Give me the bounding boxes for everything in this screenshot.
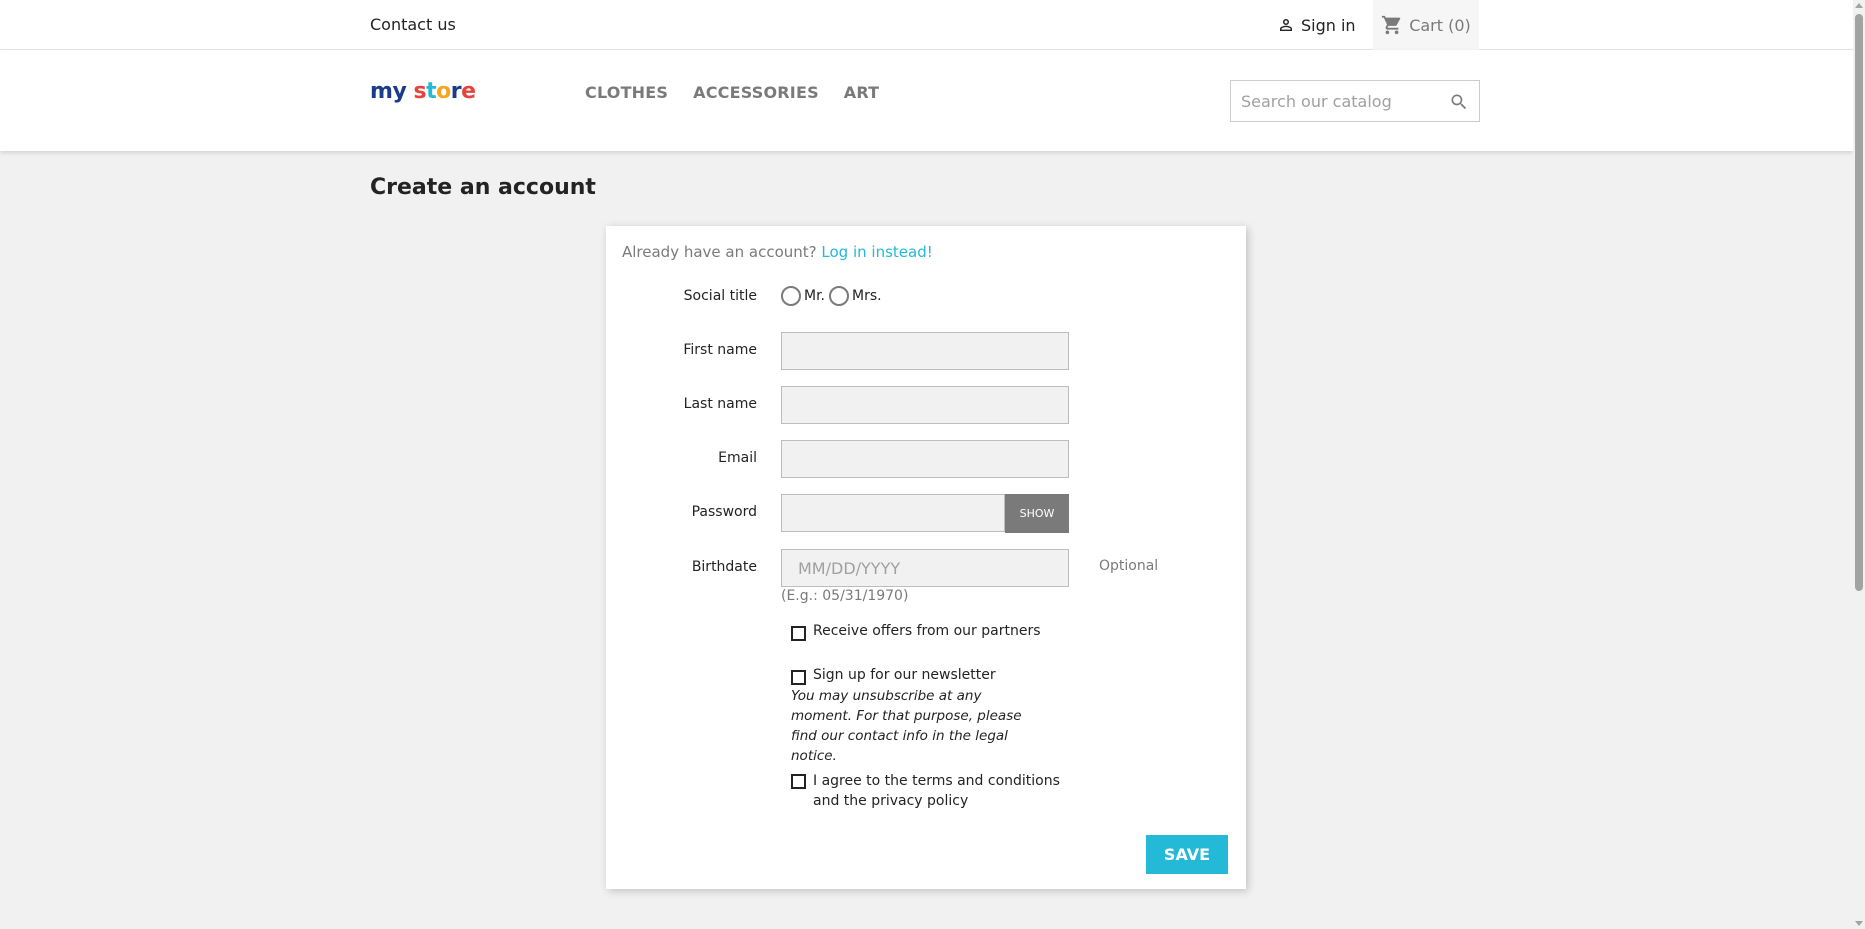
partner-offers-row: Receive offers from our partners bbox=[791, 623, 1041, 641]
scroll-down-arrow-icon[interactable] bbox=[1855, 921, 1863, 926]
first-name-label: First name bbox=[683, 342, 757, 358]
login-prompt-text: Already have an account? bbox=[622, 243, 817, 261]
partner-offers-label: Receive offers from our partners bbox=[813, 623, 1041, 639]
partner-offers-checkbox[interactable] bbox=[791, 626, 806, 641]
shopping-cart-icon bbox=[1382, 15, 1401, 35]
site-header: my store CLOTHES ACCESSORIES ART bbox=[0, 50, 1853, 151]
birthdate-label: Birthdate bbox=[691, 559, 757, 575]
first-name-field bbox=[781, 332, 1069, 370]
scroll-up-arrow-icon[interactable] bbox=[1855, 3, 1863, 8]
menu-item-art[interactable]: ART bbox=[844, 83, 880, 102]
newsletter-label: Sign up for our newsletter bbox=[813, 667, 996, 683]
main-menu: CLOTHES ACCESSORIES ART bbox=[585, 83, 879, 102]
last-name-label: Last name bbox=[683, 396, 757, 412]
terms-row: I agree to the terms and conditions and … bbox=[791, 771, 1061, 811]
login-prompt: Already have an account? Log in instead! bbox=[622, 243, 933, 261]
show-password-button[interactable]: SHOW bbox=[1005, 494, 1069, 533]
terms-label: I agree to the terms and conditions and … bbox=[813, 773, 1060, 809]
store-logo[interactable]: my store bbox=[370, 79, 476, 104]
sign-in-label: Sign in bbox=[1301, 15, 1356, 35]
page-title: Create an account bbox=[370, 175, 596, 200]
contact-us-link[interactable]: Contact us bbox=[370, 15, 456, 34]
email-input[interactable] bbox=[782, 441, 1068, 477]
cart-label: Cart bbox=[1409, 15, 1444, 35]
terms-checkbox[interactable] bbox=[791, 774, 806, 789]
search-icon[interactable] bbox=[1449, 92, 1469, 112]
birthdate-optional-label: Optional bbox=[1099, 558, 1159, 574]
log-in-instead-link[interactable]: Log in instead! bbox=[821, 243, 932, 261]
search-box bbox=[1230, 80, 1480, 122]
birthdate-hint: (E.g.: 05/31/1970) bbox=[781, 588, 909, 604]
radio-mr-label: Mr. bbox=[804, 288, 825, 304]
menu-item-clothes[interactable]: CLOTHES bbox=[585, 83, 668, 102]
password-label: Password bbox=[691, 504, 757, 520]
newsletter-checkbox[interactable] bbox=[791, 670, 806, 685]
newsletter-row: Sign up for our newsletter bbox=[791, 667, 996, 685]
radio-mr[interactable] bbox=[781, 286, 801, 306]
user-icon bbox=[1280, 19, 1292, 31]
cart-button[interactable]: Cart (0) bbox=[1373, 0, 1479, 50]
password-field bbox=[781, 494, 1005, 532]
save-button[interactable]: SAVE bbox=[1146, 835, 1228, 874]
menu-item-accessories[interactable]: ACCESSORIES bbox=[693, 83, 819, 102]
cart-count: (0) bbox=[1448, 15, 1471, 35]
birthdate-input[interactable] bbox=[782, 550, 1068, 586]
scroll-thumb[interactable] bbox=[1855, 14, 1863, 591]
page-scrollbar[interactable] bbox=[1853, 0, 1865, 929]
social-title-radio-group: Mr. Mrs. bbox=[781, 286, 886, 306]
newsletter-note: You may unsubscribe at any moment. For t… bbox=[791, 688, 1022, 764]
radio-mrs[interactable] bbox=[829, 286, 849, 306]
first-name-input[interactable] bbox=[782, 333, 1068, 369]
registration-form: Already have an account? Log in instead!… bbox=[606, 226, 1246, 889]
social-title-label: Social title bbox=[683, 288, 757, 304]
birthdate-field bbox=[781, 549, 1069, 587]
last-name-field bbox=[781, 386, 1069, 424]
radio-mrs-label: Mrs. bbox=[852, 288, 882, 304]
email-label: Email bbox=[718, 450, 757, 466]
top-nav: Contact us Sign in Cart (0) bbox=[0, 0, 1853, 50]
password-input[interactable] bbox=[782, 495, 1004, 531]
search-input[interactable] bbox=[1231, 81, 1431, 121]
last-name-input[interactable] bbox=[782, 387, 1068, 423]
email-field bbox=[781, 440, 1069, 478]
sign-in-link[interactable]: Sign in bbox=[1277, 13, 1356, 37]
